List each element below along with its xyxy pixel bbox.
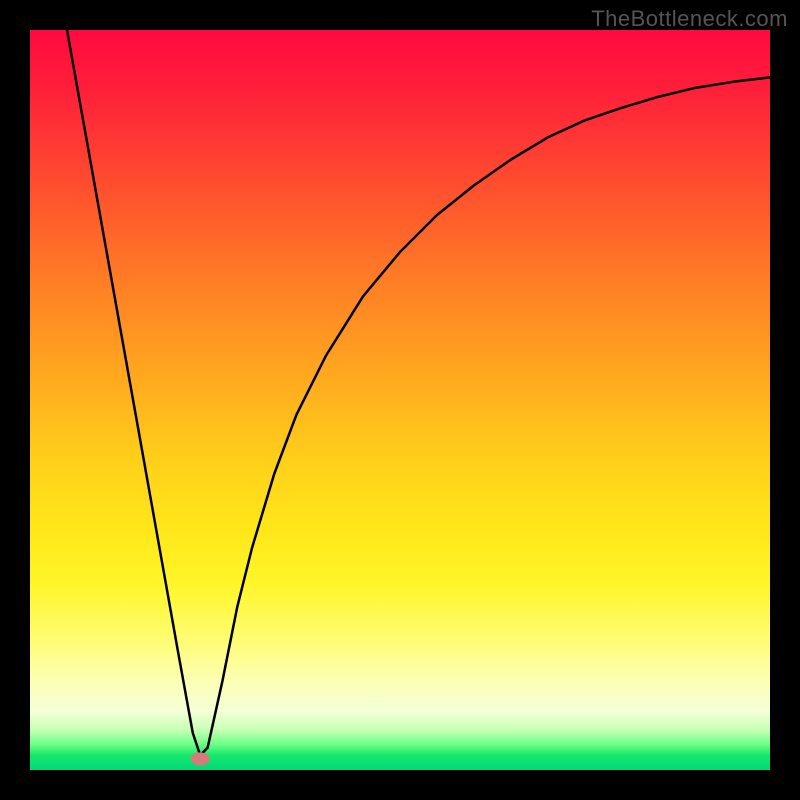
plot-area xyxy=(30,30,770,770)
watermark-text: TheBottleneck.com xyxy=(591,6,788,32)
chart-frame: TheBottleneck.com xyxy=(0,0,800,800)
minimum-marker-icon xyxy=(191,753,209,765)
bottleneck-curve-path xyxy=(67,30,770,755)
bottleneck-curve-svg xyxy=(30,30,770,770)
